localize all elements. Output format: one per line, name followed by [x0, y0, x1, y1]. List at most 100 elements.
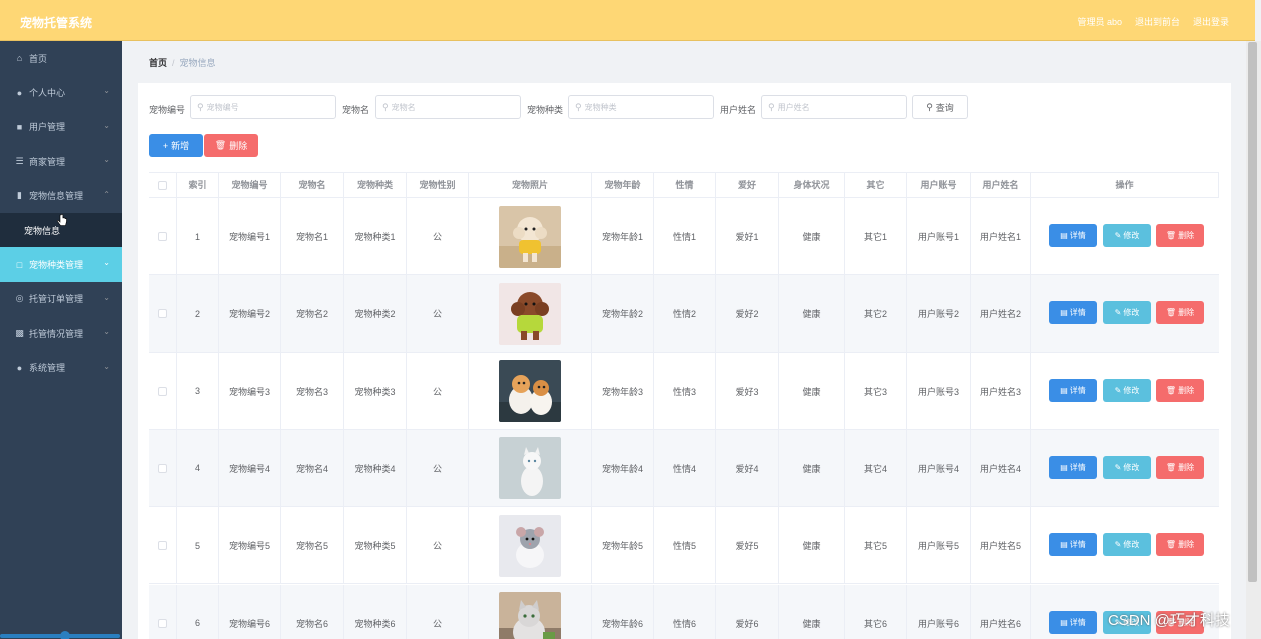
- sidebar-item-8[interactable]: ▩ 托管情况管理 ⌄: [0, 316, 122, 350]
- detail-button[interactable]: ▤ 详情: [1049, 533, 1097, 557]
- vertical-scrollbar-thumb[interactable]: [1248, 42, 1257, 582]
- scroll-handle[interactable]: [60, 631, 70, 639]
- logout-link[interactable]: 退出登录: [1193, 15, 1229, 28]
- edit-button-label: 修改: [1123, 231, 1140, 240]
- table-row: 6 宠物编号6 宠物名6 宠物种类6 公 宠物年龄6 性情6 爱好6 健康 其它6 用户账号6 用户姓…: [149, 584, 1219, 639]
- filter-label-user-name: 用户姓名: [720, 105, 757, 115]
- back-to-frontend-link[interactable]: 退出到前台: [1135, 15, 1180, 28]
- cell-text: 宠物年龄4: [601, 463, 643, 474]
- column-header: 用户姓名: [971, 173, 1031, 198]
- pet-code-input[interactable]: [206, 102, 317, 112]
- detail-button[interactable]: ▤ 详情: [1049, 455, 1097, 479]
- batch-delete-button[interactable]: 🗑 删除: [204, 134, 258, 157]
- cell-temper: 性情2: [654, 275, 716, 353]
- select-all-checkbox[interactable]: [158, 181, 167, 191]
- edit-button-label: 修改: [1123, 540, 1140, 550]
- delete-row-button[interactable]: 🗑 删除: [1156, 455, 1204, 479]
- row-checkbox[interactable]: [158, 463, 167, 473]
- delete-row-button[interactable]: 🗑 删除: [1156, 224, 1204, 247]
- edit-button[interactable]: ✎ 修改: [1103, 455, 1151, 479]
- column-header: 宠物名: [281, 173, 344, 198]
- cell-temper: 性情3: [654, 352, 716, 430]
- edit-button[interactable]: ✎ 修改: [1103, 378, 1151, 402]
- sidebar-item-7[interactable]: ◎ 托管订单管理 ⌄: [0, 282, 122, 316]
- cell-code: 宠物编号2: [219, 275, 281, 353]
- plus-icon: +: [162, 140, 169, 151]
- row-checkbox[interactable]: [158, 618, 167, 628]
- column-header: 性情: [654, 173, 716, 198]
- edit-button[interactable]: ✎ 修改: [1103, 301, 1151, 325]
- cell-text: 宠物名2: [295, 309, 328, 320]
- delete-row-button[interactable]: 🗑 删除: [1156, 378, 1204, 402]
- cell-name: 宠物名1: [281, 198, 344, 275]
- cell-username: 用户姓名3: [971, 352, 1031, 430]
- sidebar-item-3[interactable]: ☰ 商家管理 ⌄: [0, 144, 122, 178]
- cell-text: 其它6: [863, 618, 887, 629]
- row-checkbox[interactable]: [158, 309, 167, 319]
- detail-button[interactable]: ▤ 详情: [1049, 378, 1097, 402]
- sidebar-item-label: 系统管理: [29, 363, 66, 374]
- pet-photo-cell: [469, 584, 592, 639]
- cell-kind: 宠物种类4: [344, 429, 407, 507]
- cell-username: 用户姓名1: [971, 198, 1031, 275]
- filter-pet-kind[interactable]: ⚲: [568, 95, 714, 119]
- column-header: 索引: [177, 173, 219, 198]
- cell-sex: 公: [407, 275, 469, 353]
- cell-text: 公: [432, 386, 442, 397]
- breadcrumb-home[interactable]: 首页: [149, 58, 167, 68]
- cell-account: 用户账号4: [907, 429, 971, 507]
- detail-button-label: 详情: [1069, 231, 1086, 240]
- sidebar-item-1[interactable]: ● 个人中心 ⌄: [0, 75, 122, 109]
- sidebar-item-9[interactable]: ● 系统管理 ⌄: [0, 351, 122, 385]
- sidebar-item-6[interactable]: □ 宠物种类管理 ⌄: [0, 247, 122, 282]
- detail-button[interactable]: ▤ 详情: [1049, 610, 1097, 634]
- column-header: 宠物编号: [219, 173, 281, 198]
- edit-button[interactable]: ✎ 修改: [1103, 533, 1151, 557]
- chevron-down-icon: ⌄: [103, 361, 110, 371]
- sidebar-item-0[interactable]: ⌂ 首页: [0, 41, 122, 75]
- column-header: 操作: [1031, 173, 1219, 198]
- watermark: CSDN @巧才科技: [1108, 612, 1230, 629]
- row-checkbox[interactable]: [158, 386, 167, 396]
- query-button[interactable]: ⚲ 查询: [912, 95, 968, 119]
- search-icon: ⚲: [197, 101, 204, 112]
- delete-row-button[interactable]: 🗑 删除: [1156, 533, 1204, 557]
- edit-button-label: 修改: [1123, 385, 1140, 395]
- cell-text: 宠物名3: [295, 386, 328, 397]
- cell-kind: 宠物种类6: [344, 584, 407, 639]
- cell-username: 用户姓名2: [971, 275, 1031, 353]
- row-select-cell: [149, 352, 177, 430]
- cell-index: 5: [177, 507, 219, 585]
- detail-button[interactable]: ▤ 详情: [1049, 224, 1097, 247]
- pet-name-input[interactable]: [391, 102, 502, 112]
- cell-text: 健康: [802, 232, 821, 242]
- cell-health: 健康: [779, 198, 845, 275]
- cell-other: 其它6: [845, 584, 907, 639]
- cell-text: 5: [194, 540, 200, 551]
- cell-temper: 性情5: [654, 507, 716, 585]
- row-checkbox[interactable]: [158, 541, 167, 551]
- cell-age: 宠物年龄4: [592, 429, 654, 507]
- filter-pet-code[interactable]: ⚲: [190, 95, 336, 119]
- detail-button[interactable]: ▤ 详情: [1049, 301, 1097, 325]
- user-name-input[interactable]: [777, 102, 888, 112]
- add-button[interactable]: + 新增: [149, 134, 203, 157]
- row-checkbox[interactable]: [158, 232, 167, 241]
- edit-button[interactable]: ✎ 修改: [1103, 224, 1151, 247]
- row-select-cell: [149, 507, 177, 585]
- filter-user-name[interactable]: ⚲: [761, 95, 907, 119]
- pet-kind-input[interactable]: [584, 102, 695, 112]
- top-header: 宠物托管系统 管理员 abo 退出到前台 退出登录: [0, 0, 1255, 41]
- sidebar-item-4[interactable]: ▮ 宠物信息管理 ⌃: [0, 179, 122, 213]
- cell-text: 宠物名4: [295, 463, 328, 474]
- delete-row-button[interactable]: 🗑 删除: [1156, 301, 1204, 325]
- current-user: 管理员 abo: [1077, 17, 1122, 27]
- cell-text: 其它1: [863, 232, 887, 242]
- cell-text: 宠物名5: [295, 541, 328, 552]
- cell-text: 其它2: [863, 309, 887, 320]
- sidebar-item-2[interactable]: ■ 用户管理 ⌄: [0, 110, 122, 144]
- cell-text: 健康: [802, 309, 821, 320]
- home-icon: ⌂: [16, 53, 23, 64]
- filter-pet-name[interactable]: ⚲: [375, 95, 521, 119]
- cell-text: 宠物名1: [295, 232, 328, 242]
